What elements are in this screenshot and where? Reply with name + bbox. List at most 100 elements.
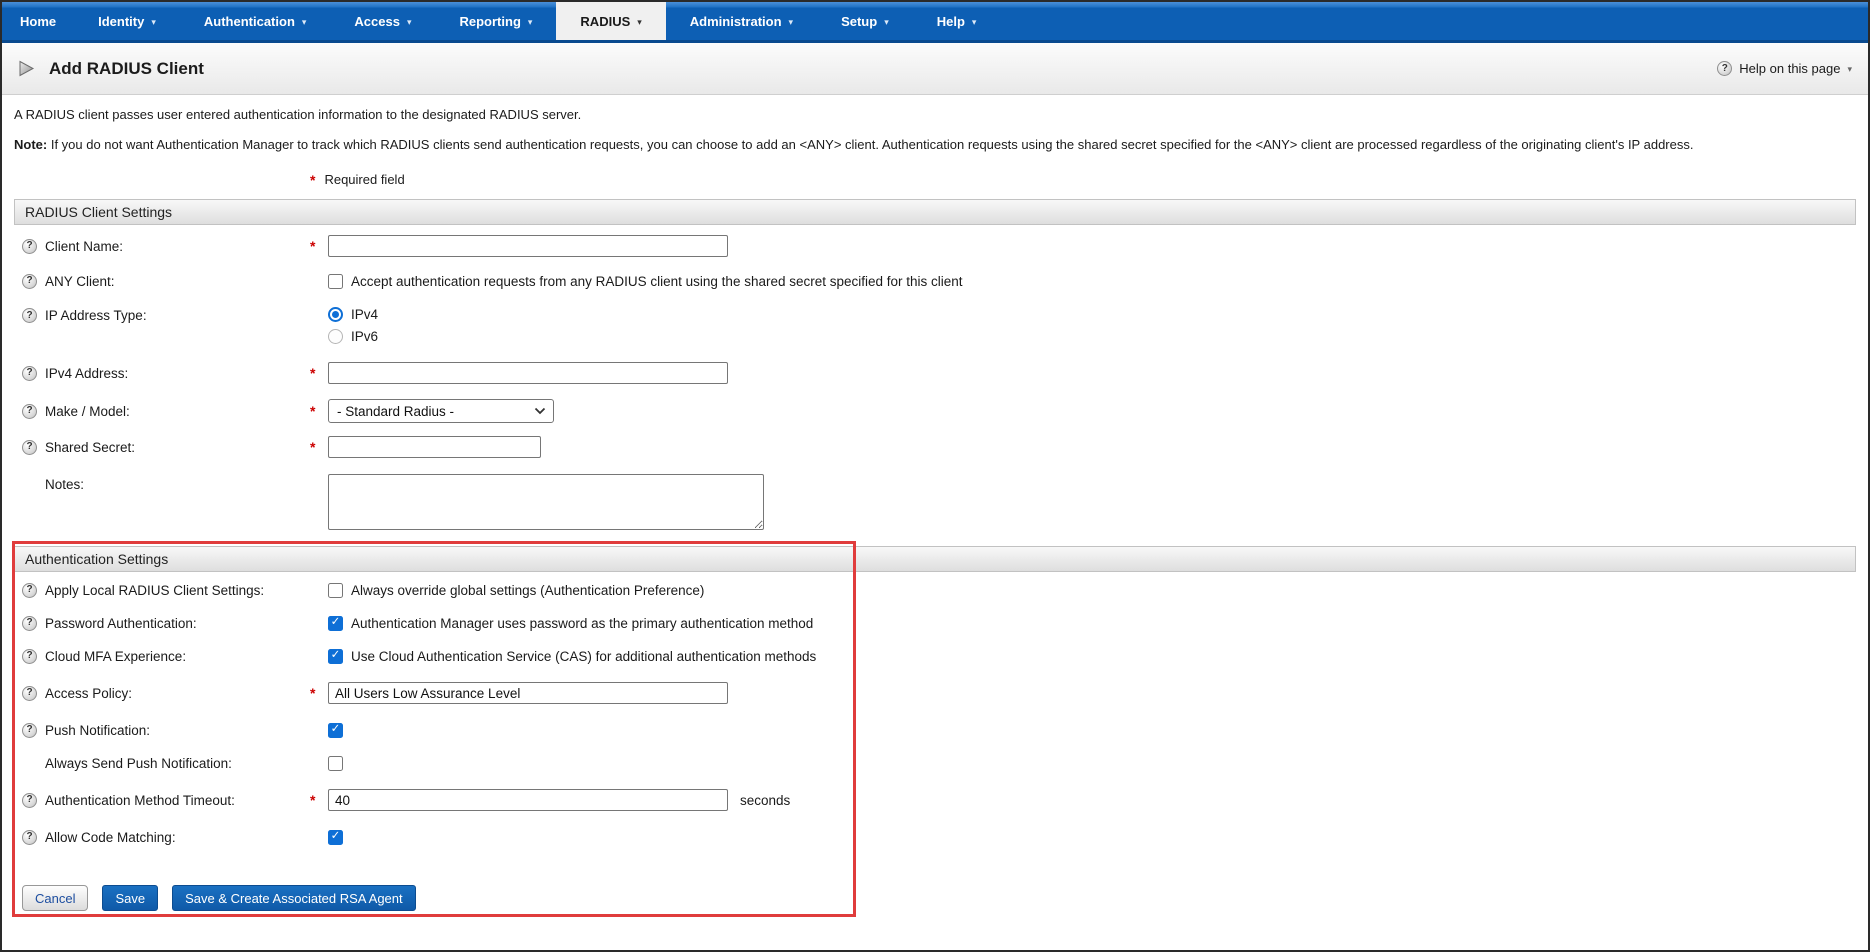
form-row-access-policy: ? Access Policy: *	[14, 680, 1856, 706]
field-control	[328, 474, 1856, 530]
chevron-down-icon: ▾	[789, 16, 794, 27]
field-label-group: ? Authentication Method Timeout:	[22, 793, 310, 808]
question-icon: ?	[1717, 61, 1732, 76]
nav-item-access[interactable]: Access ▾	[330, 2, 435, 40]
radio-label: IPv6	[351, 329, 378, 344]
push-notification-checkbox[interactable]: ✓	[328, 723, 343, 738]
ipv4-radio-option[interactable]: IPv4	[328, 305, 1856, 324]
field-label-group: ? Cloud MFA Experience:	[22, 649, 310, 664]
nav-item-identity[interactable]: Identity ▾	[74, 2, 180, 40]
ipv4-address-input[interactable]	[328, 362, 728, 384]
shared-secret-input[interactable]	[328, 436, 541, 458]
help-icon[interactable]: ?	[22, 616, 37, 631]
required-marker: *	[310, 365, 328, 381]
nav-item-home[interactable]: Home	[2, 2, 74, 40]
help-icon[interactable]: ?	[22, 239, 37, 254]
field-control: - Standard Radius -	[328, 399, 1856, 423]
page-arrow-icon	[18, 60, 35, 77]
help-icon[interactable]: ?	[22, 583, 37, 598]
save-create-agent-button[interactable]: Save & Create Associated RSA Agent	[172, 885, 416, 911]
nav-item-administration[interactable]: Administration ▾	[666, 2, 817, 40]
note-label: Note:	[14, 137, 47, 152]
ipv6-radio-option[interactable]: IPv6	[328, 327, 1856, 346]
field-control: ✓ Accept authentication requests from an…	[328, 274, 1856, 289]
field-control: IPv4 IPv6	[328, 305, 1856, 346]
radio-button[interactable]	[328, 329, 343, 344]
nav-item-label: Administration	[690, 14, 782, 29]
help-icon[interactable]: ?	[22, 366, 37, 381]
cancel-button[interactable]: Cancel	[22, 885, 88, 911]
nav-item-authentication[interactable]: Authentication ▾	[180, 2, 331, 40]
save-button[interactable]: Save	[102, 885, 158, 911]
nav-item-label: Authentication	[204, 14, 295, 29]
radio-dot	[332, 311, 339, 318]
help-icon[interactable]: ?	[22, 404, 37, 419]
any-client-checkbox[interactable]: ✓	[328, 274, 343, 289]
required-marker: *	[310, 685, 328, 701]
field-control: ✓ Use Cloud Authentication Service (CAS)…	[328, 649, 1856, 664]
page-content: A RADIUS client passes user entered auth…	[2, 107, 1868, 917]
field-label: IPv4 Address:	[45, 366, 128, 381]
field-label: Cloud MFA Experience:	[45, 649, 186, 664]
field-label-group: Notes:	[22, 474, 310, 492]
chevron-down-icon: ▾	[407, 16, 412, 27]
apply-local-settings-checkbox[interactable]: ✓	[328, 583, 343, 598]
spacer	[310, 305, 328, 310]
field-label: Always Send Push Notification:	[22, 756, 232, 771]
access-policy-input[interactable]	[328, 682, 728, 704]
help-icon[interactable]: ?	[22, 440, 37, 455]
help-icon[interactable]: ?	[22, 649, 37, 664]
form-row-shared-secret: ? Shared Secret: *	[14, 434, 1856, 460]
radio-button[interactable]	[328, 307, 343, 322]
chevron-down-icon: ▾	[637, 16, 642, 27]
help-link-label: Help on this page	[1739, 61, 1840, 76]
nav-item-setup[interactable]: Setup ▾	[817, 2, 913, 40]
notes-textarea[interactable]	[328, 474, 764, 530]
required-marker: *	[310, 403, 328, 419]
field-label-group: ? IPv4 Address:	[22, 366, 310, 381]
nav-item-label: Reporting	[460, 14, 521, 29]
field-label: Apply Local RADIUS Client Settings:	[45, 583, 264, 598]
auth-method-timeout-input[interactable]	[328, 789, 728, 811]
nav-item-help[interactable]: Help ▾	[913, 2, 1001, 40]
password-authentication-checkbox[interactable]: ✓	[328, 616, 343, 631]
nav-item-reporting[interactable]: Reporting ▾	[436, 2, 557, 40]
checkbox-label: Always override global settings (Authent…	[351, 583, 704, 598]
help-icon[interactable]: ?	[22, 274, 37, 289]
spacer	[310, 474, 328, 479]
page-title-bar: Add RADIUS Client ? Help on this page ▾	[2, 43, 1868, 95]
field-label: IP Address Type:	[45, 308, 147, 323]
form-row-always-send-push: Always Send Push Notification: ✓	[14, 753, 1856, 773]
check-icon: ✓	[331, 724, 341, 736]
page-description: A RADIUS client passes user entered auth…	[14, 107, 1856, 122]
field-label-group: ? Shared Secret:	[22, 440, 310, 455]
client-name-input[interactable]	[328, 235, 728, 257]
field-label-group: Always Send Push Notification:	[22, 756, 310, 771]
field-control	[328, 436, 1856, 458]
help-icon[interactable]: ?	[22, 686, 37, 701]
page-title: Add RADIUS Client	[49, 59, 204, 79]
always-send-push-checkbox[interactable]: ✓	[328, 756, 343, 771]
field-control: ✓ Authentication Manager uses password a…	[328, 616, 1856, 631]
field-label: Password Authentication:	[45, 616, 197, 631]
help-icon[interactable]: ?	[22, 308, 37, 323]
checkbox-label: Authentication Manager uses password as …	[351, 616, 813, 631]
help-icon[interactable]: ?	[22, 723, 37, 738]
field-label: Make / Model:	[45, 404, 130, 419]
cloud-mfa-checkbox[interactable]: ✓	[328, 649, 343, 664]
field-label-group: ? ANY Client:	[22, 274, 310, 289]
checkbox-label: Use Cloud Authentication Service (CAS) f…	[351, 649, 816, 664]
help-icon[interactable]: ?	[22, 793, 37, 808]
nav-item-radius[interactable]: RADIUS ▾	[556, 2, 665, 40]
chevron-down-icon	[534, 407, 546, 415]
chevron-down-icon: ▾	[972, 16, 977, 27]
make-model-select[interactable]: - Standard Radius -	[328, 399, 554, 423]
help-icon[interactable]: ?	[22, 830, 37, 845]
radius-client-settings-header: RADIUS Client Settings	[14, 199, 1856, 225]
help-on-page-link[interactable]: ? Help on this page ▾	[1717, 61, 1852, 76]
field-label: Notes:	[22, 477, 84, 492]
authentication-settings-section: Authentication Settings ? Apply Local RA…	[14, 546, 1856, 917]
allow-code-matching-checkbox[interactable]: ✓	[328, 830, 343, 845]
form-row-client-name: ? Client Name: *	[14, 233, 1856, 259]
field-control	[328, 682, 1856, 704]
